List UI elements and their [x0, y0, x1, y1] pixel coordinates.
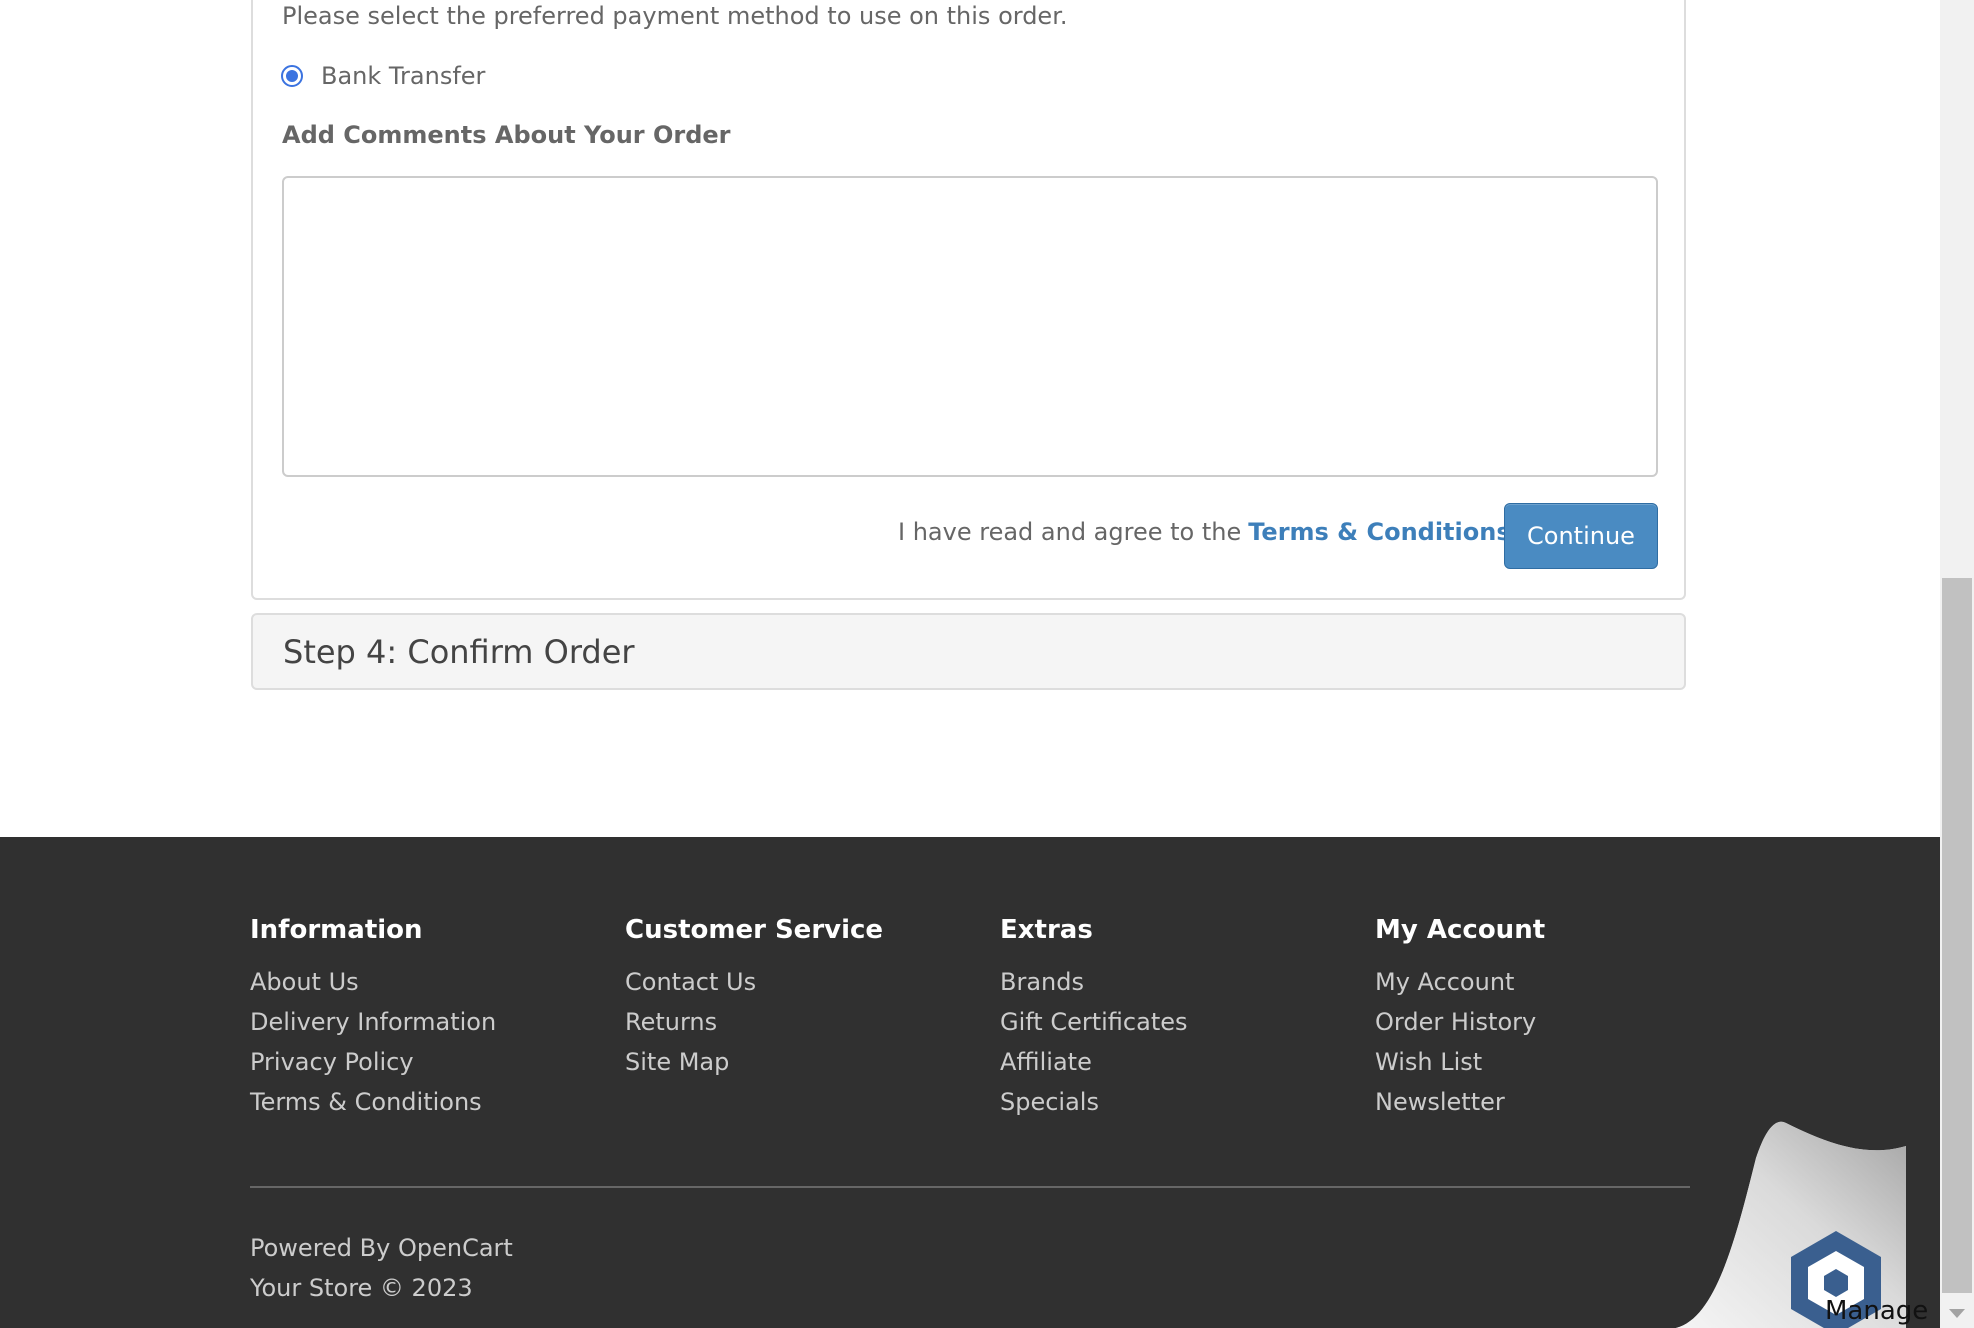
footer-link-site-map[interactable]: Site Map: [625, 1042, 883, 1082]
payment-option-bank-transfer[interactable]: Bank Transfer: [281, 62, 485, 90]
footer-heading-my-account: My Account: [1375, 915, 1546, 945]
comments-heading: Add Comments About Your Order: [282, 121, 731, 149]
page: Please select the preferred payment meth…: [0, 0, 1940, 1328]
footer-column-information: Information About Us Delivery Informatio…: [250, 915, 496, 1122]
payment-option-label: Bank Transfer: [321, 62, 486, 90]
footer-link-newsletter[interactable]: Newsletter: [1375, 1082, 1545, 1122]
footer-heading-customer-service: Customer Service: [625, 915, 884, 945]
footer-link-returns[interactable]: Returns: [625, 1002, 883, 1042]
footer-link-order-history[interactable]: Order History: [1375, 1002, 1545, 1042]
footer-link-wish-list[interactable]: Wish List: [1375, 1042, 1545, 1082]
radio-selected-dot: [286, 70, 298, 82]
scrollbar-thumb[interactable]: [1942, 578, 1972, 1293]
order-comments-textarea[interactable]: [282, 176, 1658, 477]
terms-conditions-link[interactable]: Terms & Conditions: [1248, 518, 1510, 546]
agree-text: I have read and agree to the: [898, 518, 1242, 546]
powered-by-text: Powered By: [250, 1234, 391, 1262]
footer: Information About Us Delivery Informatio…: [0, 837, 1940, 1328]
copyright-text: Your Store © 2023: [250, 1274, 473, 1302]
footer-link-specials[interactable]: Specials: [1000, 1082, 1188, 1122]
footer-link-affiliate[interactable]: Affiliate: [1000, 1042, 1188, 1082]
opencart-link[interactable]: OpenCart: [398, 1234, 513, 1262]
scroll-down-arrow-icon[interactable]: [1949, 1309, 1965, 1318]
footer-column-customer-service: Customer Service Contact Us Returns Site…: [625, 915, 883, 1082]
footer-link-my-account[interactable]: My Account: [1375, 962, 1545, 1002]
footer-divider: [250, 1186, 1690, 1188]
footer-heading-extras: Extras: [1000, 915, 1093, 945]
payment-intro-text: Please select the preferred payment meth…: [282, 2, 1068, 30]
powered-by-line: Powered By OpenCart: [250, 1228, 513, 1268]
payment-radio[interactable]: [281, 65, 303, 87]
footer-link-terms-conditions[interactable]: Terms & Conditions: [250, 1082, 496, 1122]
footer-link-about-us[interactable]: About Us: [250, 962, 496, 1002]
footer-column-my-account: My Account My Account Order History Wish…: [1375, 915, 1545, 1122]
footer-link-brands[interactable]: Brands: [1000, 962, 1188, 1002]
step4-confirm-order-panel[interactable]: Step 4: Confirm Order: [251, 613, 1686, 690]
footer-powered-by: Powered By OpenCart Your Store © 2023: [250, 1228, 513, 1308]
terms-agreement-row: I have read and agree to the Terms & Con…: [898, 517, 1541, 546]
footer-link-delivery-information[interactable]: Delivery Information: [250, 1002, 496, 1042]
continue-button[interactable]: Continue: [1504, 503, 1658, 569]
vertical-scrollbar[interactable]: [1940, 0, 1974, 1328]
footer-link-gift-certificates[interactable]: Gift Certificates: [1000, 1002, 1188, 1042]
footer-link-privacy-policy[interactable]: Privacy Policy: [250, 1042, 496, 1082]
footer-column-extras: Extras Brands Gift Certificates Affiliat…: [1000, 915, 1188, 1122]
footer-link-contact-us[interactable]: Contact Us: [625, 962, 883, 1002]
footer-heading-information: Information: [250, 915, 423, 945]
manage-label[interactable]: Manage: [1825, 1296, 1928, 1326]
step4-title: Step 4: Confirm Order: [283, 633, 635, 671]
